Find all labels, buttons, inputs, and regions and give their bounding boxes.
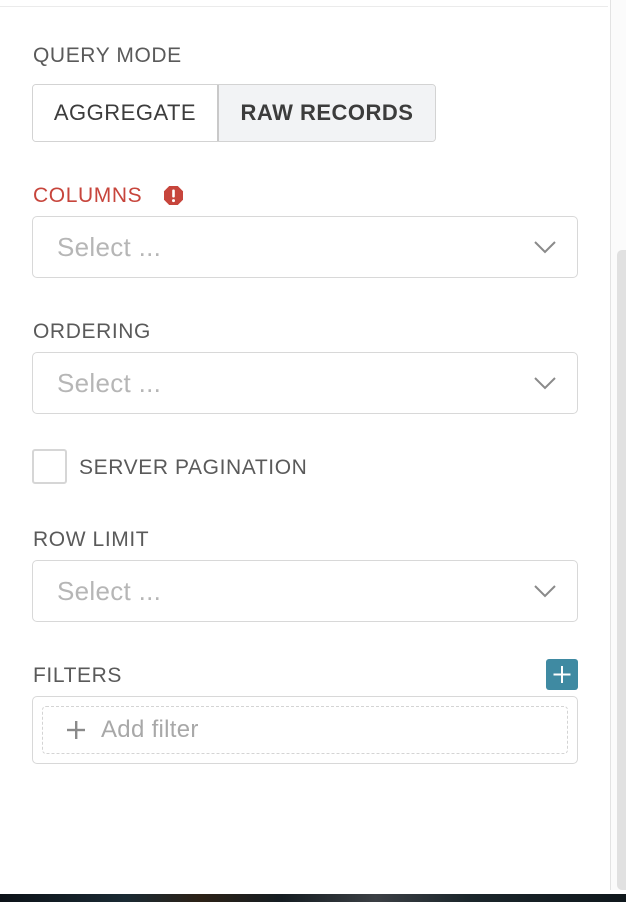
plus-icon [553,666,571,683]
server-pagination-label[interactable]: SERVER PAGINATION [79,456,307,480]
server-pagination-checkbox[interactable] [32,449,67,484]
columns-select[interactable]: Select ... [32,216,578,278]
add-filter-area[interactable]: Add filter [42,706,568,754]
filters-label: FILTERS [33,664,122,687]
ordering-placeholder: Select ... [57,368,162,398]
columns-label: COLUMNS [33,184,143,207]
query-mode-toggle: AGGREGATE RAW RECORDS [32,84,436,142]
row-limit-placeholder: Select ... [57,576,162,606]
chevron-down-icon [534,377,556,390]
chevron-down-icon [534,241,556,254]
aggregate-button[interactable]: AGGREGATE [33,85,217,141]
background-image-strip [0,894,626,902]
top-divider [0,6,608,7]
row-limit-label: ROW LIMIT [33,528,150,551]
add-filter-text: Add filter [101,716,199,743]
filters-container: Add filter [32,696,578,764]
plus-icon [67,721,85,739]
query-mode-label: QUERY MODE [33,44,182,67]
raw-records-button[interactable]: RAW RECORDS [217,85,435,141]
columns-placeholder: Select ... [57,232,162,262]
exclamation-circle-icon [164,186,183,205]
scrollbar-thumb[interactable] [617,250,626,890]
ordering-select[interactable]: Select ... [32,352,578,414]
ordering-label: ORDERING [33,320,151,343]
chevron-down-icon [534,585,556,598]
row-limit-select[interactable]: Select ... [32,560,578,622]
add-filter-button[interactable] [546,659,578,690]
